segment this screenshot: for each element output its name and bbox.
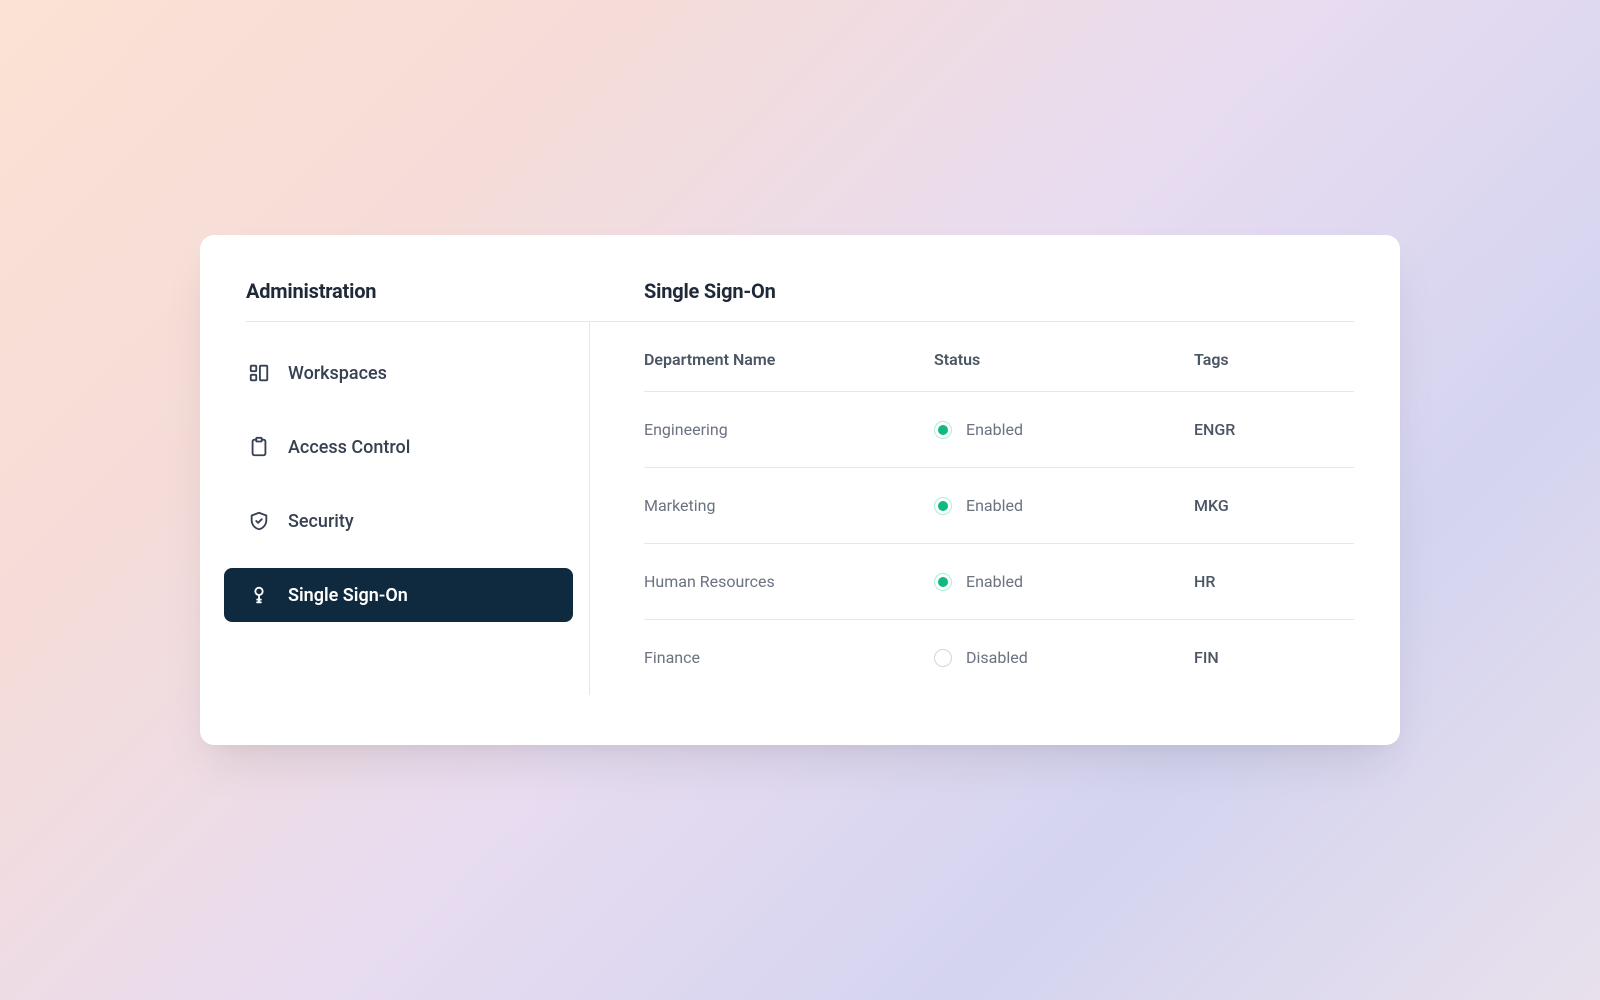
sidebar-nav: Workspaces Access Control (224, 322, 590, 695)
column-header-status: Status (934, 350, 1194, 369)
department-tag: FIN (1194, 648, 1354, 667)
main-content: Department Name Status Tags Engineering … (644, 322, 1354, 695)
sidebar-item-label: Security (288, 511, 354, 532)
column-header-name: Department Name (644, 350, 934, 369)
table-row: Human Resources Enabled HR (644, 544, 1354, 620)
admin-card: Administration Single Sign-On Workspaces (200, 235, 1400, 745)
status-label: Disabled (966, 648, 1028, 667)
sidebar-item-label: Workspaces (288, 363, 387, 384)
table-row: Finance Disabled FIN (644, 620, 1354, 695)
department-tag: HR (1194, 572, 1354, 591)
status-cell: Enabled (934, 496, 1194, 515)
status-cell: Disabled (934, 648, 1194, 667)
grid-icon (248, 362, 270, 384)
sidebar-item-single-sign-on[interactable]: Single Sign-On (224, 568, 573, 622)
status-cell: Enabled (934, 420, 1194, 439)
status-indicator-icon (934, 497, 952, 515)
status-indicator-icon (934, 573, 952, 591)
table-row: Engineering Enabled ENGR (644, 392, 1354, 468)
table-header: Department Name Status Tags (644, 332, 1354, 392)
status-label: Enabled (966, 496, 1023, 515)
table-row: Marketing Enabled MKG (644, 468, 1354, 544)
department-tag: ENGR (1194, 420, 1354, 439)
status-cell: Enabled (934, 572, 1194, 591)
department-name: Marketing (644, 496, 934, 515)
card-header: Administration Single Sign-On (246, 279, 1354, 321)
sidebar-item-security[interactable]: Security (224, 494, 573, 548)
sidebar-item-workspaces[interactable]: Workspaces (224, 346, 573, 400)
status-indicator-icon (934, 421, 952, 439)
status-label: Enabled (966, 572, 1023, 591)
department-name: Human Resources (644, 572, 934, 591)
key-icon (248, 584, 270, 606)
shield-icon (248, 510, 270, 532)
department-name: Finance (644, 648, 934, 667)
column-header-tags: Tags (1194, 350, 1354, 369)
department-tag: MKG (1194, 496, 1354, 515)
status-label: Enabled (966, 420, 1023, 439)
sidebar-item-label: Access Control (288, 437, 410, 458)
main-title: Single Sign-On (644, 279, 1354, 303)
clipboard-icon (248, 436, 270, 458)
department-name: Engineering (644, 420, 934, 439)
card-body: Workspaces Access Control (246, 321, 1354, 695)
sidebar-item-label: Single Sign-On (288, 585, 408, 606)
status-indicator-icon (934, 649, 952, 667)
sidebar-title: Administration (246, 279, 590, 303)
sidebar-item-access-control[interactable]: Access Control (224, 420, 573, 474)
